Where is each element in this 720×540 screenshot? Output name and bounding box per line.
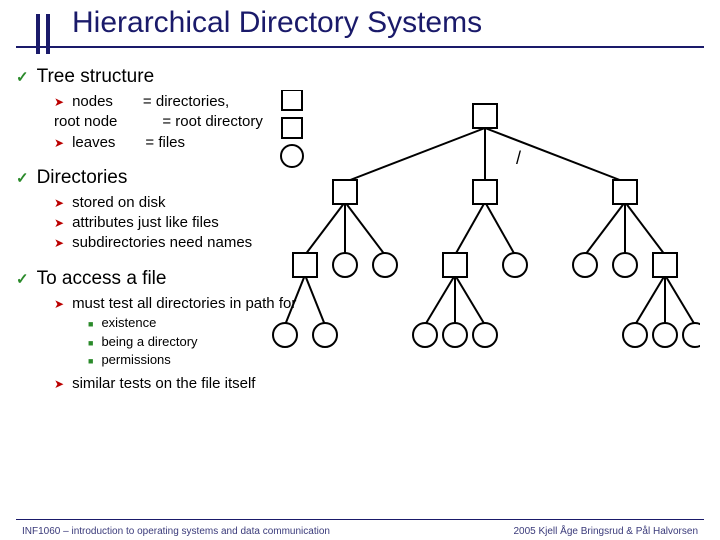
- bullet-text: attributes just like files: [72, 214, 219, 231]
- bullet-text: subdirectories need names: [72, 234, 252, 251]
- square-icon: ■: [88, 338, 93, 348]
- bullet-item: ➤ similar tests on the file itself: [54, 374, 704, 394]
- footer-left-text: INF1060 – introduction to operating syst…: [22, 526, 330, 537]
- bullet-text: similar tests on the file itself: [72, 375, 255, 392]
- section-heading: ✓ Tree structure: [16, 66, 704, 88]
- sub-bullet-text: permissions: [101, 352, 170, 367]
- arrow-icon: ➤: [54, 95, 64, 109]
- root-slash-label: /: [516, 148, 521, 169]
- footer-line: [16, 519, 704, 520]
- arrow-icon: ➤: [54, 236, 64, 250]
- bullet-text: nodes = directories, root node = root di…: [54, 93, 263, 130]
- bullet-text: leaves = files: [72, 134, 185, 151]
- arrow-icon: ➤: [54, 136, 64, 150]
- title-ornament-tick: [46, 14, 50, 54]
- checkmark-icon: ✓: [16, 170, 29, 187]
- tree-svg: [270, 90, 700, 360]
- checkmark-icon: ✓: [16, 69, 29, 86]
- heading-text: Directories: [37, 167, 128, 188]
- heading-text: To access a file: [37, 268, 167, 289]
- square-icon: ■: [88, 319, 93, 329]
- arrow-icon: ➤: [54, 377, 64, 391]
- footer: INF1060 – introduction to operating syst…: [0, 520, 720, 540]
- title-ornament-tick: [36, 14, 40, 54]
- arrow-icon: ➤: [54, 196, 64, 210]
- sub-bullet-text: being a directory: [101, 334, 197, 349]
- title-underline: [16, 46, 704, 48]
- heading-text: Tree structure: [37, 66, 155, 87]
- footer-right-text: 2005 Kjell Åge Bringsrud & Pål Halvorsen: [513, 526, 698, 537]
- tree-diagram: /: [270, 90, 700, 360]
- arrow-icon: ➤: [54, 216, 64, 230]
- slide-title: Hierarchical Directory Systems: [72, 6, 482, 40]
- bullet-text: stored on disk: [72, 194, 165, 211]
- bullet-text: must test all directories in path for: [72, 295, 296, 312]
- square-icon: ■: [88, 356, 93, 366]
- arrow-icon: ➤: [54, 297, 64, 311]
- title-bar: Hierarchical Directory Systems: [0, 0, 720, 52]
- sub-bullet-text: existence: [101, 315, 156, 330]
- checkmark-icon: ✓: [16, 271, 29, 288]
